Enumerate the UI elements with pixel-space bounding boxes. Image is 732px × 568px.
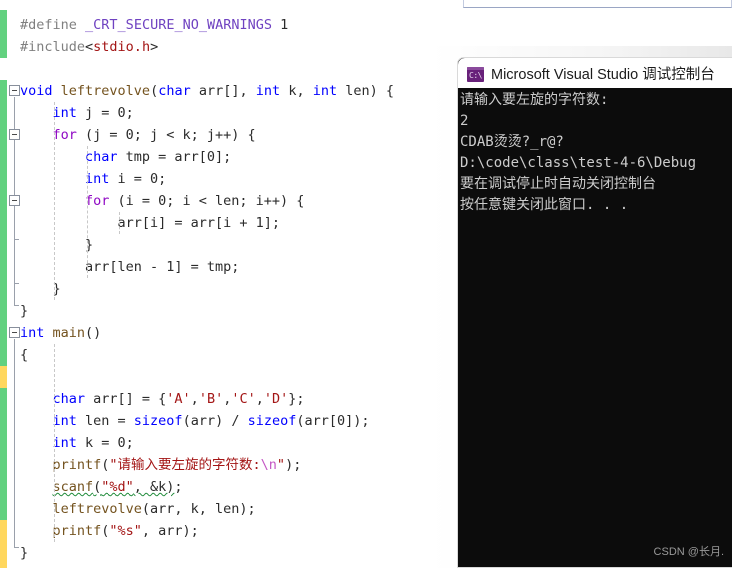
console-title-bar[interactable]: C:\ Microsoft Visual Studio 调试控制台 [458, 58, 732, 88]
code-line[interactable]: void leftrevolve(char arr[], int k, int … [20, 80, 394, 102]
code-line[interactable]: int main() [20, 322, 101, 344]
console-output-line: D:\code\class\test-4-6\Debug [460, 155, 697, 171]
fold-toggle-icon[interactable] [9, 195, 20, 206]
console-output-area[interactable]: 请输入要左旋的字符数: 2 CDAB烫烫?_r@? D:\code\class\tes… [458, 88, 732, 567]
console-output-line: 请输入要左旋的字符数: [460, 92, 609, 108]
console-output-line: 要在调试停止时自动关闭控制台 [460, 176, 656, 192]
code-line[interactable]: int k = 0; [20, 432, 133, 454]
code-line[interactable]: #include<stdio.h> [20, 36, 158, 58]
code-line[interactable]: int len = sizeof(arr) / sizeof(arr[0]); [20, 410, 369, 432]
tab-strip-divider [0, 8, 732, 9]
console-app-icon: C:\ [467, 67, 484, 82]
code-line[interactable]: scanf("%d", &k); [20, 476, 182, 498]
fold-region-foot [14, 239, 19, 240]
change-bar-segment [0, 388, 7, 520]
change-bar-segment [0, 10, 7, 58]
code-line[interactable]: arr[i] = arr[i + 1]; [20, 212, 280, 234]
indent-guide [119, 212, 121, 234]
visual-studio-tab-strip: (全局范围) [0, 0, 732, 10]
fold-toggle-icon[interactable] [9, 129, 20, 140]
indent-guide [86, 146, 88, 278]
code-line[interactable]: } [20, 542, 28, 564]
console-output-line: CDAB烫烫?_r@? [460, 134, 564, 150]
fold-region-foot [14, 283, 19, 284]
fold-region-line [14, 207, 15, 239]
watermark-text: CSDN @长月. [653, 546, 724, 558]
code-line[interactable]: { [20, 344, 28, 366]
debug-console-window[interactable]: C:\ Microsoft Visual Studio 调试控制台 请输入要左旋… [457, 57, 732, 568]
code-line[interactable]: } [20, 234, 93, 256]
fold-region-foot [14, 547, 19, 548]
change-bar-segment [0, 520, 7, 568]
code-line[interactable]: int j = 0; [20, 102, 133, 124]
code-line[interactable]: arr[len - 1] = tmp; [20, 256, 239, 278]
code-line[interactable]: int i = 0; [20, 168, 166, 190]
fold-region-line [14, 339, 15, 547]
fold-region-foot [14, 305, 19, 306]
console-output-line: 按任意键关闭此窗口. . . [460, 197, 629, 213]
change-bar-segment [0, 80, 7, 366]
indent-guide [54, 344, 56, 542]
console-output-line: 2 [460, 113, 469, 129]
code-line[interactable]: #define _CRT_SECURE_NO_WARNINGS 1 [20, 14, 288, 36]
console-window-title: Microsoft Visual Studio 调试控制台 [491, 67, 715, 83]
change-bar-segment [0, 366, 7, 388]
indent-guide [54, 102, 56, 300]
console-icon-glyph: C:\ [469, 71, 482, 80]
editor-change-bar [0, 10, 7, 568]
fold-toggle-icon[interactable] [9, 85, 20, 96]
code-line[interactable]: } [20, 300, 28, 322]
code-line[interactable]: printf("请输入要左旋的字符数:\n"); [20, 454, 301, 476]
navigation-bar-dropdown[interactable]: (全局范围) [463, 0, 732, 8]
fold-toggle-icon[interactable] [9, 327, 20, 338]
code-line[interactable]: char tmp = arr[0]; [20, 146, 231, 168]
code-line[interactable]: printf("%s", arr); [20, 520, 198, 542]
code-line[interactable]: for (i = 0; i < len; i++) { [20, 190, 304, 212]
code-line[interactable]: char arr[] = {'A','B','C','D'}; [20, 388, 304, 410]
